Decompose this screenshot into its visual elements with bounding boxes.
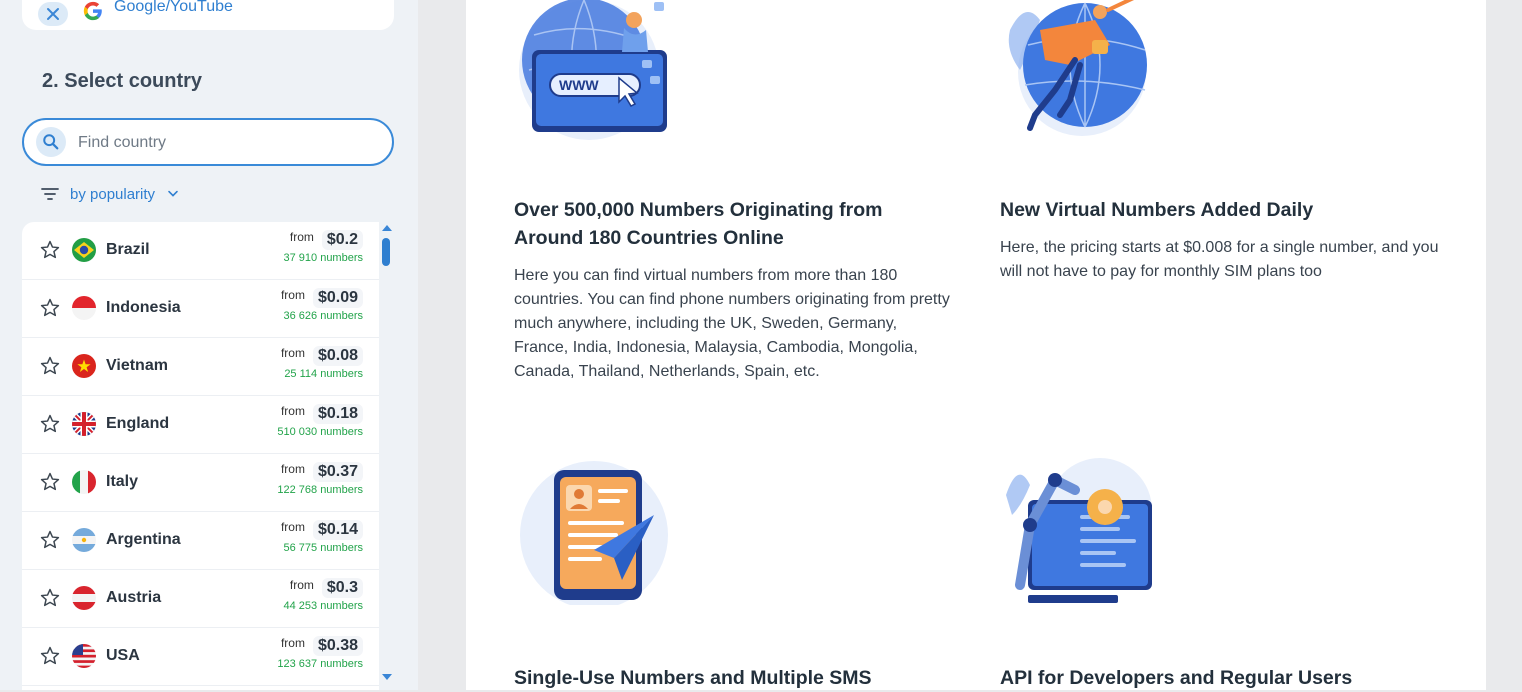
close-icon[interactable] <box>38 2 68 26</box>
vietnam-flag-icon <box>72 354 96 378</box>
search-input[interactable] <box>76 128 380 158</box>
feature-text: Here, the pricing starts at $0.008 for a… <box>1000 239 1439 280</box>
price-block: from $0.09 36 626 numbers <box>281 288 363 322</box>
feature-title: Single-Use Numbers and Multiple SMS <box>514 667 872 689</box>
www-browser-illustration: WWW <box>519 0 667 140</box>
scroll-down-arrow-icon[interactable] <box>382 674 392 680</box>
www-label: WWW <box>559 77 599 93</box>
star-outline-icon[interactable] <box>39 529 61 551</box>
sort-icon <box>41 188 59 200</box>
country-search-box <box>22 118 394 166</box>
italy-flag-icon <box>72 470 96 494</box>
search-icon <box>36 127 66 157</box>
usa-flag-icon <box>72 644 96 668</box>
feature-daily-numbers: New Virtual Numbers Added Daily Here, th… <box>1000 0 1440 300</box>
google-logo-icon <box>83 1 102 21</box>
numbers-count: 36 626 numbers <box>283 310 364 322</box>
price-block: from $0.37 122 768 numbers <box>277 462 363 496</box>
price-block: from $0.38 123 637 numbers <box>277 636 363 670</box>
price: $0.2 <box>321 230 363 250</box>
star-outline-icon[interactable] <box>39 413 61 435</box>
feature-countries: WWW Over 500,000 Numbers Originating fro… <box>514 0 954 420</box>
step-title: 2. Select country <box>42 70 203 92</box>
feature-single-use: Single-Use Numbers and Multiple SMS <box>514 455 954 690</box>
robot-arm-screen-illustration <box>1006 458 1152 603</box>
country-name: Italy <box>106 473 139 490</box>
star-outline-icon[interactable] <box>39 297 61 319</box>
feature-api: API for Developers and Regular Users <box>1000 455 1440 690</box>
scroll-up-arrow-icon[interactable] <box>382 225 392 231</box>
price: $0.37 <box>312 462 363 482</box>
price: $0.3 <box>321 578 363 598</box>
country-name: Brazil <box>106 241 150 258</box>
country-row-brazil[interactable]: Brazil from $0.2 37 910 numbers <box>22 222 379 280</box>
country-list-scrollbar[interactable] <box>380 222 394 690</box>
country-list: Brazil from $0.2 37 910 numbers Indonesia… <box>22 222 379 690</box>
from-label: from <box>280 520 305 534</box>
numbers-count: 25 114 numbers <box>284 368 363 380</box>
country-row-austria[interactable]: Austria from $0.3 44 253 numbers <box>22 570 379 628</box>
from-label: from <box>289 230 314 244</box>
main-content: WWW Over 500,000 Numbers Originating fro… <box>466 0 1486 690</box>
numbers-count: 56 775 numbers <box>283 542 364 554</box>
feature-title: Over 500,000 Numbers Originating from Ar… <box>514 199 883 249</box>
numbers-count: 510 030 numbers <box>277 426 363 438</box>
price: $0.18 <box>312 404 363 424</box>
country-row-vietnam[interactable]: Vietnam from $0.08 25 114 numbers <box>22 338 379 396</box>
price-block: from $0.08 25 114 numbers <box>281 346 363 380</box>
feature-title: New Virtual Numbers Added Daily <box>1000 199 1314 221</box>
from-label: from <box>289 578 314 592</box>
price: $0.09 <box>312 288 363 308</box>
profile-document-illustration <box>520 461 668 605</box>
country-name: Vietnam <box>106 357 168 374</box>
chevron-down-icon <box>168 190 178 197</box>
country-row-italy[interactable]: Italy from $0.37 122 768 numbers <box>22 454 379 512</box>
feature-title: API for Developers and Regular Users <box>1000 667 1353 689</box>
from-label: from <box>280 288 305 302</box>
country-name: Argentina <box>106 531 181 548</box>
price-block: from $0.3 44 253 numbers <box>283 578 364 612</box>
from-label: from <box>280 346 305 360</box>
sidebar: Google/YouTube 2. Select country by popu… <box>0 0 418 690</box>
price-block: from $0.14 56 775 numbers <box>281 520 363 554</box>
numbers-count: 37 910 numbers <box>283 252 364 264</box>
argentina-flag-icon <box>72 528 96 552</box>
austria-flag-icon <box>72 586 96 610</box>
price: $0.08 <box>312 346 363 366</box>
star-outline-icon[interactable] <box>39 471 61 493</box>
sort-dropdown[interactable]: by popularity <box>40 182 181 206</box>
country-name: USA <box>106 647 140 664</box>
country-row-usa[interactable]: USA from $0.38 123 637 numbers <box>22 628 379 686</box>
country-name: England <box>106 415 170 432</box>
price: $0.14 <box>312 520 363 540</box>
price-block: from $0.18 510 030 numbers <box>277 404 363 438</box>
sort-label: by popularity <box>70 185 156 203</box>
from-label: from <box>280 636 305 650</box>
selected-service-card: Google/YouTube <box>22 0 394 30</box>
from-label: from <box>280 462 305 476</box>
country-row-argentina[interactable]: Argentina from $0.14 56 775 numbers <box>22 512 379 570</box>
star-outline-icon[interactable] <box>39 645 61 667</box>
globe-person-illustration <box>1008 0 1147 136</box>
country-name: Austria <box>106 589 162 606</box>
numbers-count: 123 637 numbers <box>277 658 363 670</box>
star-outline-icon[interactable] <box>39 239 61 261</box>
indonesia-flag-icon <box>72 296 96 320</box>
country-row-indonesia[interactable]: Indonesia from $0.09 36 626 numbers <box>22 280 379 338</box>
country-row-england[interactable]: England from $0.18 510 030 numbers <box>22 396 379 454</box>
from-label: from <box>280 404 305 418</box>
service-name: Google/YouTube <box>114 0 233 15</box>
scroll-thumb[interactable] <box>382 238 390 266</box>
star-outline-icon[interactable] <box>39 355 61 377</box>
price: $0.38 <box>312 636 363 656</box>
feature-text: Here you can find virtual numbers from m… <box>514 267 950 380</box>
uk-flag-icon <box>72 412 96 436</box>
country-name: Indonesia <box>106 299 181 316</box>
brazil-flag-icon <box>72 238 96 262</box>
star-outline-icon[interactable] <box>39 587 61 609</box>
numbers-count: 44 253 numbers <box>283 600 364 612</box>
numbers-count: 122 768 numbers <box>277 484 363 496</box>
price-block: from $0.2 37 910 numbers <box>283 230 364 264</box>
